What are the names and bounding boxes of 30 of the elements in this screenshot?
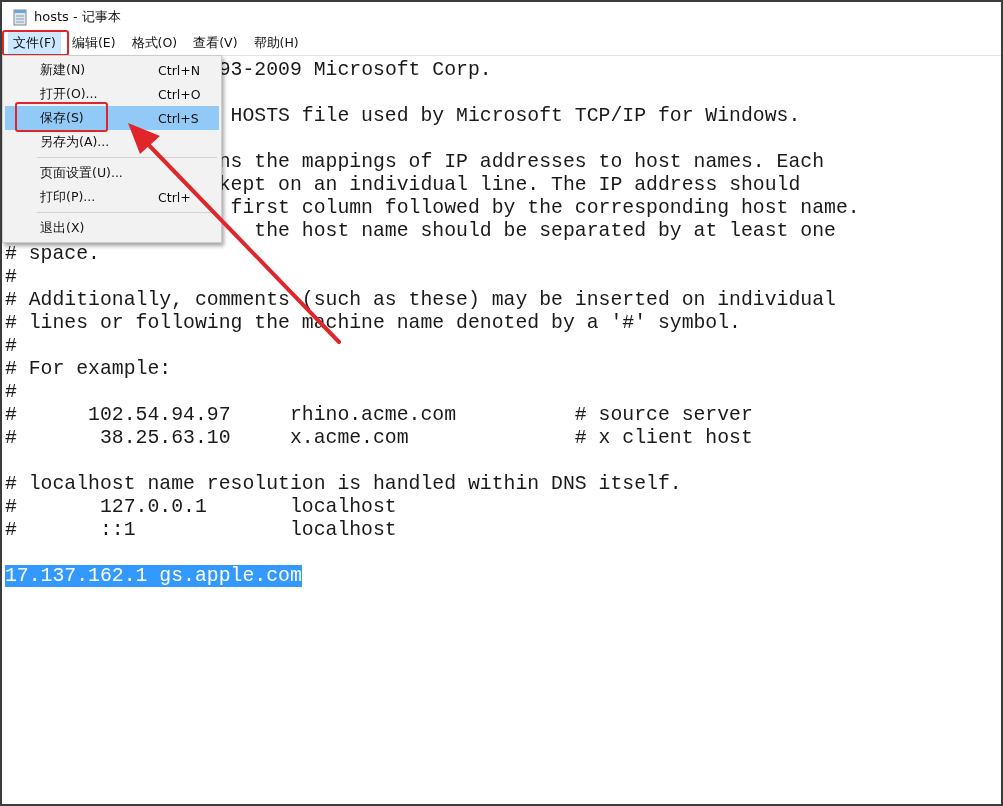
- text-line: #: [5, 335, 17, 357]
- menu-item[interactable]: 页面设置(U)...: [5, 161, 219, 185]
- text-line: # 38.25.63.10 x.acme.com # x client host: [5, 427, 753, 449]
- menu-item[interactable]: 打开(O)... Ctrl+O: [5, 82, 219, 106]
- text-line: 93-2009 Microsoft Corp.: [218, 59, 492, 81]
- text-line: # localhost name resolution is handled within DNS itself.: [5, 473, 682, 495]
- window-title: hosts - 记事本: [34, 8, 121, 26]
- menu-bar-item[interactable]: 查看(V): [188, 32, 243, 55]
- text-line: # space.: [5, 243, 100, 265]
- menu-bar-item[interactable]: 编辑(E): [66, 32, 121, 55]
- menu-item[interactable]: 退出(X): [5, 216, 219, 240]
- menu-bar-item[interactable]: 文件(F): [8, 32, 61, 55]
- text-line: #: [5, 266, 17, 288]
- text-line: the host name should be separated by at least one: [254, 220, 836, 242]
- text-line: HOSTS file used by Microsoft TCP/IP for Windows.: [230, 105, 801, 127]
- menu-item[interactable]: 保存(S) Ctrl+S: [5, 106, 219, 130]
- text-line: # 127.0.0.1 localhost: [5, 496, 397, 518]
- menu-item[interactable]: 新建(N) Ctrl+N: [5, 58, 219, 82]
- text-line: # 102.54.94.97 rhino.acme.com # source server: [5, 404, 753, 426]
- text-line: #: [5, 381, 17, 403]
- text-line: first column followed by the corresponding host name.: [230, 197, 860, 219]
- menu-item[interactable]: 另存为(A)...: [5, 130, 219, 154]
- text-line: # Additionally, comments (such as these) may be inserted on individual: [5, 289, 836, 311]
- menu-item[interactable]: 打印(P)... Ctrl+: [5, 185, 219, 209]
- text-line: # ::1 localhost: [5, 519, 397, 541]
- menu-bar-item[interactable]: 帮助(H): [248, 32, 304, 55]
- selected-text: 17.137.162.1 gs.apple.com: [5, 565, 302, 587]
- menu-bar-item[interactable]: 格式(O): [126, 32, 183, 55]
- notepad-icon: [12, 8, 28, 26]
- text-line: # For example:: [5, 358, 172, 380]
